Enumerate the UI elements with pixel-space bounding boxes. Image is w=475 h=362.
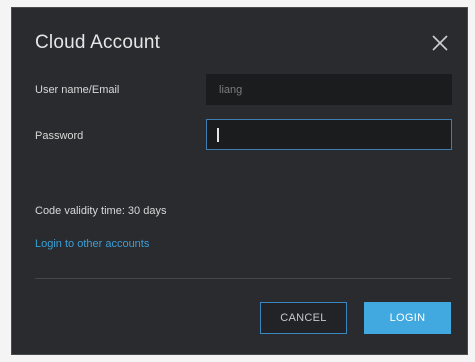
password-field[interactable] — [206, 119, 452, 150]
dialog-title: Cloud Account — [35, 32, 161, 53]
username-field[interactable] — [206, 74, 452, 105]
text-cursor — [217, 128, 219, 142]
cloud-account-dialog: Cloud Account User name/Email Password C… — [11, 7, 468, 355]
password-label: Password — [35, 130, 84, 142]
username-label: User name/Email — [35, 84, 120, 96]
cancel-button[interactable]: CANCEL — [260, 302, 347, 334]
code-validity-text: Code validity time: 30 days — [35, 205, 167, 217]
login-button[interactable]: LOGIN — [364, 302, 451, 334]
close-icon-glyph — [432, 35, 448, 51]
close-icon[interactable] — [430, 33, 450, 53]
login-other-accounts-link[interactable]: Login to other accounts — [35, 238, 149, 250]
divider — [35, 278, 451, 279]
